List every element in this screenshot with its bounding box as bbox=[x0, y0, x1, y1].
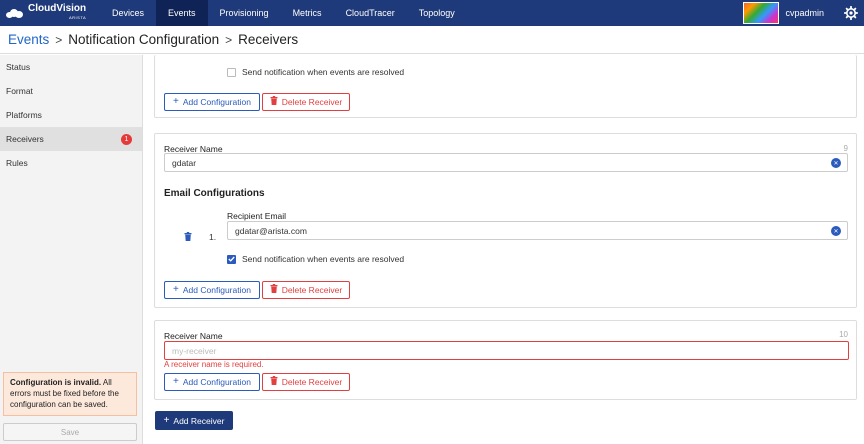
button-label: Add Receiver bbox=[173, 415, 225, 426]
receiver-card-3: Receiver Name 10 my-receiver A receiver … bbox=[154, 320, 857, 400]
delete-receiver-button[interactable]: Delete Receiver bbox=[262, 373, 350, 391]
button-label: Add Configuration bbox=[182, 285, 251, 295]
gear-icon[interactable] bbox=[838, 0, 864, 26]
resolved-checkbox-row[interactable]: Send notification when events are resolv… bbox=[227, 67, 404, 77]
breadcrumb: Events > Notification Configuration > Re… bbox=[0, 26, 864, 54]
email-configurations-title: Email Configurations bbox=[164, 188, 265, 199]
recipient-email-input[interactable]: gdatar@arista.com ✕ bbox=[227, 221, 848, 240]
cloud-icon bbox=[6, 8, 24, 18]
button-label: Delete Receiver bbox=[281, 377, 343, 387]
plus-icon: + bbox=[173, 96, 179, 107]
sidebar-item-label: Receivers bbox=[6, 134, 44, 144]
resolved-checkbox[interactable] bbox=[227, 254, 236, 264]
sidebar: Status Format Platforms Receivers 1 Rule… bbox=[0, 55, 143, 444]
sidebar-item-label: Status bbox=[6, 62, 31, 72]
sidebar-item-label: Format bbox=[6, 86, 33, 96]
sidebar-item-receivers[interactable]: Receivers 1 bbox=[0, 127, 142, 151]
clear-icon[interactable]: ✕ bbox=[831, 226, 841, 236]
checkmark-icon bbox=[228, 256, 235, 262]
receiver-name-label: Receiver Name bbox=[164, 331, 223, 341]
nav-events[interactable]: Events bbox=[156, 0, 208, 26]
sidebar-item-rules[interactable]: Rules bbox=[0, 151, 142, 175]
plus-icon: + bbox=[173, 284, 179, 295]
input-value: gdatar bbox=[172, 157, 197, 168]
sidebar-item-status[interactable]: Status bbox=[0, 55, 142, 79]
trash-icon bbox=[270, 284, 278, 296]
receiver-card-1: Send notification when events are resolv… bbox=[154, 55, 857, 118]
nav-cloudtracer[interactable]: CloudTracer bbox=[334, 0, 407, 26]
receiver-index: 9 bbox=[843, 144, 848, 153]
sidebar-item-label: Rules bbox=[6, 158, 28, 168]
plus-icon: + bbox=[163, 415, 170, 426]
page-title: Receivers bbox=[238, 32, 299, 47]
input-placeholder: my-receiver bbox=[172, 345, 217, 356]
brand-sub: ARISTA bbox=[69, 15, 87, 20]
breadcrumb-events-link[interactable]: Events bbox=[8, 32, 49, 47]
resolved-checkbox-label: Send notification when events are resolv… bbox=[242, 254, 405, 264]
clear-icon[interactable]: ✕ bbox=[831, 158, 841, 168]
nav-metrics[interactable]: Metrics bbox=[281, 0, 334, 26]
sidebar-item-format[interactable]: Format bbox=[0, 79, 142, 103]
breadcrumb-separator: > bbox=[55, 32, 63, 47]
nav-provisioning[interactable]: Provisioning bbox=[208, 0, 281, 26]
add-configuration-button[interactable]: + Add Configuration bbox=[164, 93, 260, 111]
cloudvision-logo[interactable]: CloudVision ARISTA bbox=[0, 4, 100, 22]
breadcrumb-separator: > bbox=[225, 32, 233, 47]
resolved-checkbox[interactable] bbox=[227, 67, 236, 77]
trash-icon bbox=[270, 376, 278, 388]
sidebar-item-platforms[interactable]: Platforms bbox=[0, 103, 142, 127]
receiver-name-error: A receiver name is required. bbox=[164, 360, 264, 369]
error-count-badge: 1 bbox=[121, 133, 132, 145]
top-nav: CloudVision ARISTA Devices Events Provis… bbox=[0, 0, 864, 26]
receiver-name-input[interactable]: my-receiver bbox=[164, 341, 849, 360]
button-label: Delete Receiver bbox=[281, 285, 343, 295]
delete-receiver-button[interactable]: Delete Receiver bbox=[262, 281, 350, 299]
nav-devices[interactable]: Devices bbox=[100, 0, 156, 26]
add-receiver-button[interactable]: + Add Receiver bbox=[155, 411, 233, 430]
delete-receiver-button[interactable]: Delete Receiver bbox=[262, 93, 350, 111]
error-title: Configuration is invalid. bbox=[10, 378, 102, 387]
trash-icon[interactable] bbox=[184, 232, 192, 243]
button-label: Delete Receiver bbox=[281, 97, 343, 107]
sidebar-item-label: Platforms bbox=[6, 110, 42, 120]
receiver-index: 10 bbox=[839, 330, 848, 339]
avatar[interactable] bbox=[743, 2, 780, 24]
save-button[interactable]: Save bbox=[3, 423, 137, 441]
recipient-email-label: Recipient Email bbox=[227, 211, 287, 221]
plus-icon: + bbox=[173, 376, 179, 387]
email-config-index: 1. bbox=[209, 232, 217, 242]
button-label: Add Configuration bbox=[182, 97, 251, 107]
receiver-name-input[interactable]: gdatar ✕ bbox=[164, 153, 848, 172]
resolved-checkbox-row[interactable]: Send notification when events are resolv… bbox=[227, 254, 404, 264]
resolved-checkbox-label: Send notification when events are resolv… bbox=[242, 67, 405, 77]
username[interactable]: cvpadmin bbox=[785, 8, 824, 18]
add-configuration-button[interactable]: + Add Configuration bbox=[164, 281, 260, 299]
receiver-card-2: Receiver Name 9 gdatar ✕ Email Configura… bbox=[154, 133, 857, 308]
config-invalid-message: Configuration is invalid. All errors mus… bbox=[3, 372, 137, 416]
breadcrumb-notification-configuration: Notification Configuration bbox=[68, 32, 220, 47]
trash-icon bbox=[270, 96, 278, 108]
nav-topology[interactable]: Topology bbox=[407, 0, 467, 26]
add-configuration-button[interactable]: + Add Configuration bbox=[164, 373, 260, 391]
button-label: Add Configuration bbox=[182, 377, 251, 387]
input-value: gdatar@arista.com bbox=[235, 225, 307, 236]
